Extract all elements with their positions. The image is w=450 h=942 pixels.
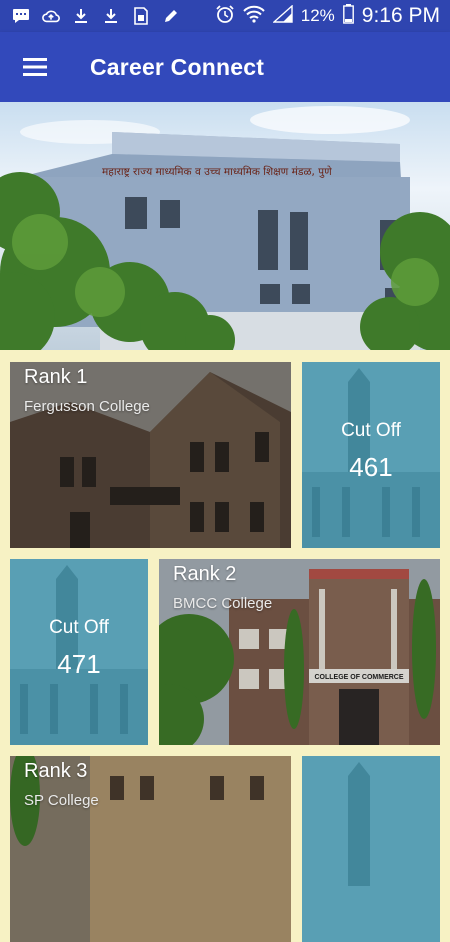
college-name: Fergusson College [24,398,150,415]
college-name: SP College [24,792,99,809]
building-sign-text: महाराष्ट्र राज्य माध्यमिक व उच्च माध्यमि… [102,165,332,178]
cloud-upload-icon [42,7,60,25]
message-icon [12,7,30,25]
battery-icon [342,3,354,29]
college-name: BMCC College [173,595,273,612]
rank-label: Rank 3 [24,760,88,782]
hero-banner-image: महाराष्ट्र राज्य माध्यमिक व उच्च माध्यमि… [0,102,450,350]
wifi-icon [243,5,265,28]
download-icon [102,7,120,25]
battery-percent: 12% [300,6,335,25]
college-tile-rank-1[interactable]: Rank 1 Fergusson College [10,362,291,548]
cutoff-tile-rank-3[interactable] [302,756,440,942]
clock-time: 9:16 PM [361,4,440,27]
cutoff-tile-rank-2[interactable]: Cut Off 471 [10,559,148,745]
download-icon [72,7,90,25]
sim-card-icon [132,7,150,25]
status-bar: 12% 9:16 PM [0,0,450,32]
college-image: COLLEGE OF COMMERCE [159,559,440,745]
hamburger-menu-icon [23,58,47,76]
signal-icon [271,3,293,28]
app-bar: Career Connect [0,32,450,102]
cutoff-label: Cut Off [49,617,109,638]
rank-label: Rank 2 [173,563,237,585]
app-title: Career Connect [90,53,265,80]
cutoff-value: 471 [57,649,101,679]
cutoff-label: Cut Off [341,420,401,441]
college-grid: Rank 1 Fergusson College Cut Off 461 Cut… [0,350,450,942]
college-image [10,756,291,942]
alarm-icon [215,4,235,29]
pen-icon [162,7,180,25]
college-tile-rank-3[interactable]: Rank 3 SP College [10,756,291,942]
college-tile-rank-2[interactable]: COLLEGE OF COMMERCE Rank 2 BMCC College [159,559,440,745]
cutoff-value: 461 [349,452,393,482]
college-image [10,362,291,548]
rank-label: Rank 1 [24,366,88,388]
cutoff-image [302,756,440,942]
cutoff-tile-rank-1[interactable]: Cut Off 461 [302,362,440,548]
menu-button[interactable] [0,32,70,102]
